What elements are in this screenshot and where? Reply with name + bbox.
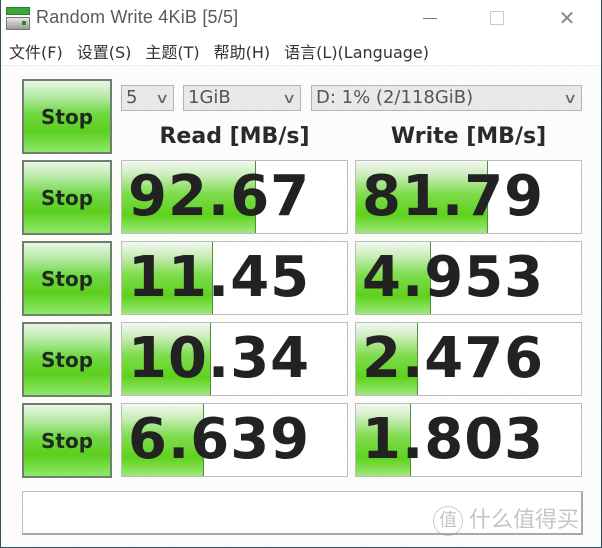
read-result-row-3: 10.34: [121, 322, 348, 396]
watermark: 值什么值得买: [433, 502, 579, 536]
read-result-row-4: 6.639: [121, 403, 348, 477]
read-value: 6.639: [128, 407, 311, 472]
stop-button-row-2[interactable]: Stop: [22, 241, 112, 316]
menu-language[interactable]: 语言(L)(Language): [278, 39, 435, 63]
app-drive-icon: [6, 7, 30, 31]
title-bar: Random Write 4KiB [5/5] ✕: [1, 0, 601, 36]
menu-settings[interactable]: 设置(S): [71, 39, 138, 63]
test-count-select[interactable]: 5 ∨: [121, 85, 174, 111]
read-value: 92.67: [128, 164, 311, 229]
close-button[interactable]: ✕: [557, 8, 577, 28]
test-size-value: 1GiB: [188, 87, 231, 108]
write-value: 81.79: [362, 164, 545, 229]
read-value: 10.34: [128, 326, 311, 391]
stop-button-row-3[interactable]: Stop: [22, 322, 112, 397]
stop-label: Stop: [40, 185, 94, 210]
test-count-value: 5: [126, 87, 138, 108]
stop-label: Stop: [40, 347, 94, 372]
maximize-button[interactable]: [487, 8, 507, 28]
test-size-select[interactable]: 1GiB ∨: [183, 85, 301, 111]
read-result-row-1: 92.67: [121, 160, 348, 234]
stop-label: Stop: [40, 428, 94, 453]
minimize-button[interactable]: [420, 8, 440, 28]
drive-select[interactable]: D: 1% (2/118GiB) ∨: [311, 85, 582, 111]
stop-all-label: Stop: [40, 104, 94, 129]
stop-all-button[interactable]: Stop: [22, 79, 112, 154]
write-value: 2.476: [362, 326, 545, 391]
chevron-down-icon: ∨: [154, 91, 170, 107]
write-result-row-4: 1.803: [355, 403, 582, 477]
read-value: 11.45: [128, 245, 311, 310]
write-result-row-3: 2.476: [355, 322, 582, 396]
write-header: Write [MB/s]: [390, 124, 547, 149]
write-value: 1.803: [362, 407, 545, 472]
read-result-row-2: 11.45: [121, 241, 348, 315]
menu-theme[interactable]: 主题(T): [139, 39, 205, 63]
write-result-row-2: 4.953: [355, 241, 582, 315]
stop-button-row-4[interactable]: Stop: [22, 403, 112, 478]
menu-file[interactable]: 文件(F): [3, 39, 69, 63]
menu-bar: 文件(F) 设置(S) 主题(T) 帮助(H) 语言(L)(Language): [1, 36, 601, 66]
watermark-text: 什么值得买: [469, 508, 580, 533]
app-window: Random Write 4KiB [5/5] ✕ 文件(F) 设置(S) 主题…: [0, 0, 602, 548]
chevron-down-icon: ∨: [281, 91, 297, 107]
read-header: Read [MB/s]: [159, 124, 310, 149]
stop-label: Stop: [40, 266, 94, 291]
menu-help[interactable]: 帮助(H): [208, 39, 277, 63]
stop-button-row-1[interactable]: Stop: [22, 160, 112, 235]
drive-value: D: 1% (2/118GiB): [316, 87, 474, 108]
write-result-row-1: 81.79: [355, 160, 582, 234]
write-value: 4.953: [362, 245, 545, 310]
chevron-down-icon: ∨: [562, 91, 578, 107]
watermark-badge-icon: 值: [433, 506, 463, 536]
window-title: Random Write 4KiB [5/5]: [36, 7, 239, 27]
